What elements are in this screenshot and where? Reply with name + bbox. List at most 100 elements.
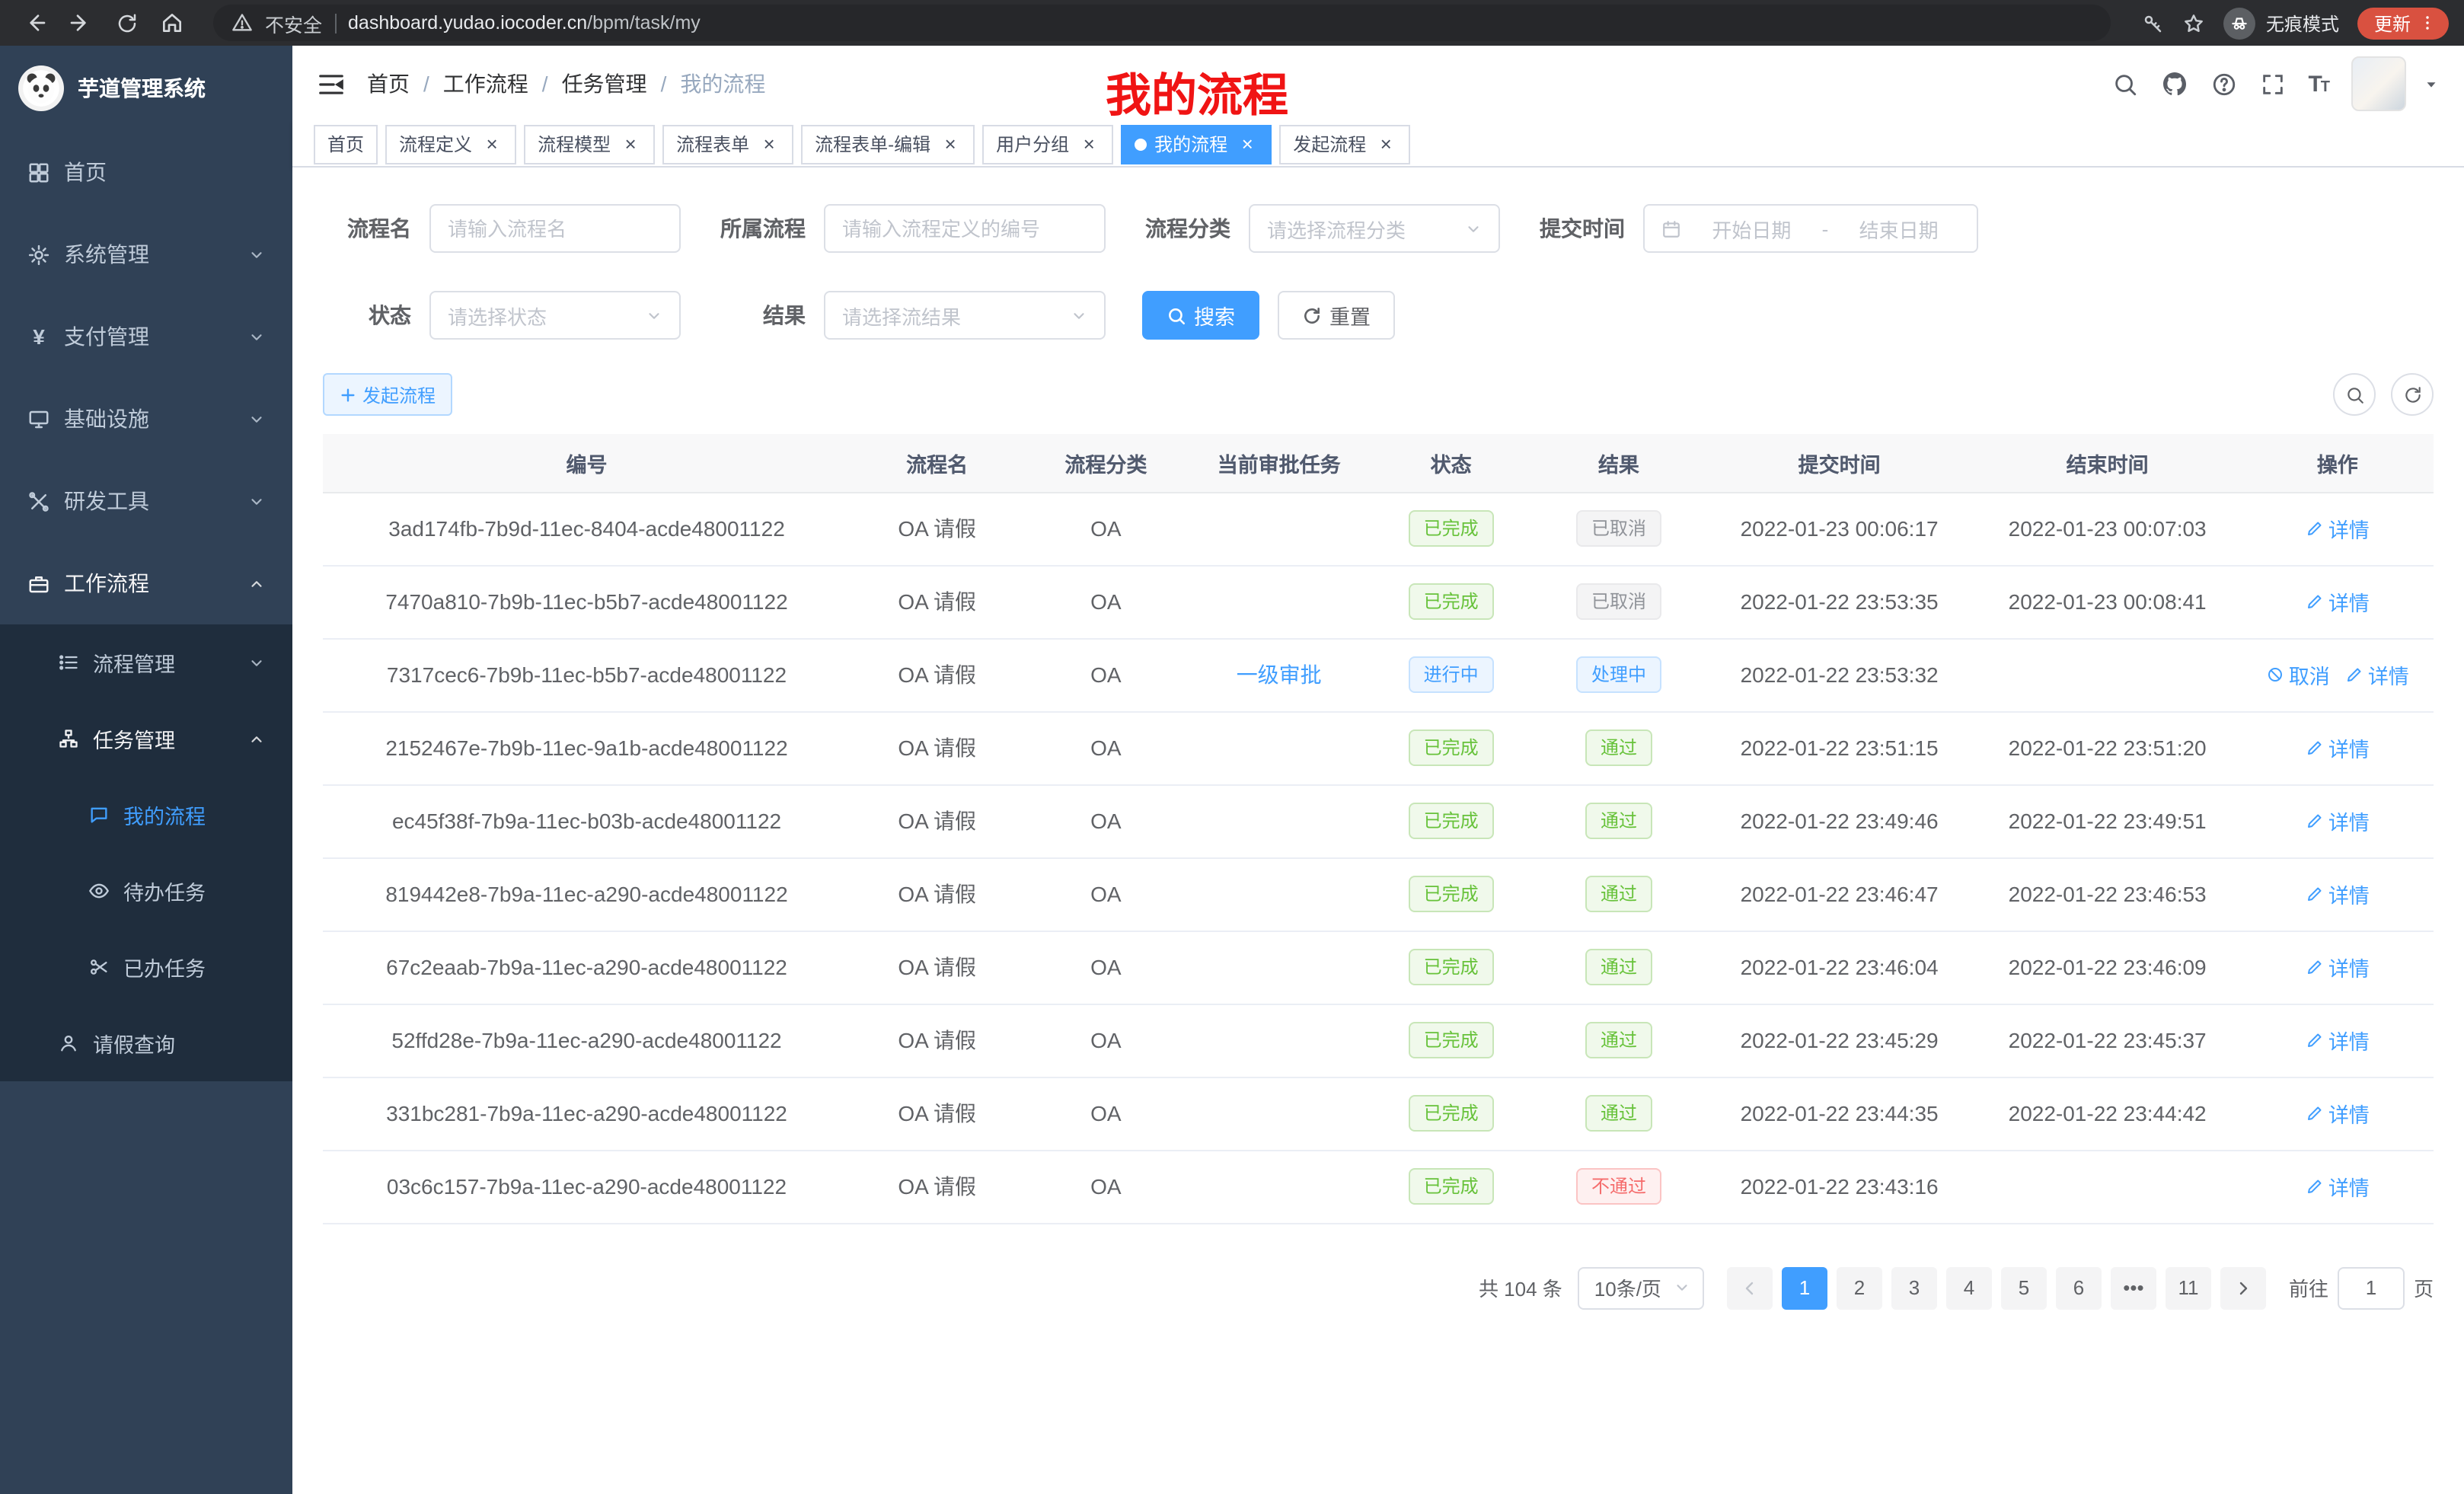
page-number-button[interactable]: 3 (1891, 1266, 1937, 1309)
fullscreen-icon[interactable] (2259, 71, 2285, 97)
detail-link[interactable]: 详情 (2306, 879, 2370, 909)
breadcrumb-item-task-management[interactable]: 任务管理 (562, 69, 647, 99)
github-icon[interactable] (2160, 70, 2188, 97)
tab-item[interactable]: 用户分组× (982, 124, 1113, 164)
sidebar-item-dev-tools[interactable]: 研发工具 (0, 460, 292, 542)
page-number-button[interactable]: 11 (2166, 1266, 2211, 1309)
tab-close-icon[interactable]: × (620, 133, 641, 155)
search-icon[interactable] (2111, 71, 2137, 97)
sidebar-item-payment[interactable]: ¥ 支付管理 (0, 295, 292, 378)
page-ellipsis[interactable]: ••• (2111, 1266, 2156, 1309)
browser-reload-button[interactable] (107, 3, 146, 43)
tab-close-icon[interactable]: × (1078, 133, 1100, 155)
create-process-button[interactable]: 发起流程 (323, 373, 452, 416)
toggle-search-button[interactable] (2333, 373, 2376, 416)
process-name-label: 流程名 (323, 213, 429, 244)
page-number-button[interactable]: 4 (1946, 1266, 1992, 1309)
sidebar-item-task-management[interactable]: 任务管理 (0, 701, 292, 777)
next-page-button[interactable] (2220, 1266, 2266, 1309)
sidebar-item-my-process[interactable]: 我的流程 (0, 777, 292, 853)
detail-link[interactable]: 详情 (2306, 1098, 2370, 1128)
breadcrumb-item-home[interactable]: 首页 (367, 69, 410, 99)
sidebar-item-infrastructure[interactable]: 基础设施 (0, 378, 292, 460)
current-task-link[interactable]: 一级审批 (1237, 659, 1322, 690)
tab-item[interactable]: 首页 (314, 124, 378, 164)
tab-close-icon[interactable]: × (1375, 133, 1396, 155)
sidebar-fold-icon[interactable] (317, 69, 346, 98)
url-text: dashboard.yudao.iocoder.cn/bpm/task/my (348, 12, 701, 34)
category-select[interactable]: 请选择流程分类 (1249, 204, 1500, 253)
cell-result: 处理中 (1532, 638, 1705, 711)
detail-link[interactable]: 详情 (2306, 586, 2370, 617)
tab-close-icon[interactable]: × (758, 133, 780, 155)
goto-page-input[interactable] (2338, 1266, 2405, 1309)
browser-update-button[interactable]: 更新 (2357, 7, 2449, 39)
browser-menu-kebab-icon[interactable] (2418, 14, 2437, 32)
tab-close-icon[interactable]: × (1237, 133, 1258, 155)
result-select[interactable]: 请选择流结果 (824, 291, 1106, 340)
table-row: 7470a810-7b9b-11ec-b5b7-acde48001122OA 请… (323, 565, 2434, 638)
page-number-button[interactable]: 2 (1837, 1266, 1882, 1309)
page-number-button[interactable]: 5 (2001, 1266, 2047, 1309)
tab-close-icon[interactable]: × (940, 133, 961, 155)
prev-page-button[interactable] (1727, 1266, 1773, 1309)
sidebar-item-done-tasks[interactable]: 已办任务 (0, 929, 292, 1005)
page-size-select[interactable]: 10条/页 (1578, 1266, 1704, 1309)
browser-home-button[interactable] (152, 3, 192, 43)
goto-suffix: 页 (2414, 1273, 2434, 1302)
cell-status: 已完成 (1370, 565, 1532, 638)
topbar-actions: TT (2111, 56, 2440, 111)
detail-link[interactable]: 详情 (2306, 733, 2370, 763)
status-select[interactable]: 请选择状态 (429, 291, 681, 340)
detail-link[interactable]: 详情 (2306, 1025, 2370, 1055)
incognito-badge: 无痕模式 (2223, 7, 2339, 39)
app-logo[interactable]: 芋道管理系统 (0, 46, 292, 131)
cancel-process-link[interactable]: 取消 (2266, 659, 2330, 690)
result-tag: 通过 (1585, 949, 1652, 985)
chevron-down-icon[interactable] (2423, 75, 2440, 92)
cell-end-time: 2022-01-23 00:07:03 (1974, 492, 2242, 565)
detail-link[interactable]: 详情 (2306, 952, 2370, 982)
status-tag: 已完成 (1409, 1095, 1494, 1132)
detail-link[interactable]: 详情 (2306, 1171, 2370, 1202)
refresh-table-button[interactable] (2391, 373, 2434, 416)
detail-link[interactable]: 详情 (2306, 806, 2370, 836)
browser-back-button[interactable] (15, 3, 55, 43)
tab-item[interactable]: 流程定义× (385, 124, 516, 164)
sidebar-menu: 首页 系统管理 ¥ 支付管理 基础设施 (0, 131, 292, 1081)
tab-item[interactable]: 我的流程× (1121, 124, 1272, 164)
sidebar-item-home[interactable]: 首页 (0, 131, 292, 213)
plus-icon (340, 386, 356, 403)
sidebar-item-leave-query[interactable]: 请假查询 (0, 1005, 292, 1081)
process-name-input[interactable] (429, 204, 681, 253)
tab-item[interactable]: 流程表单-编辑× (801, 124, 975, 164)
key-icon[interactable] (2141, 11, 2164, 34)
tab-item[interactable]: 流程表单× (662, 124, 793, 164)
bookmark-star-icon[interactable] (2182, 11, 2205, 34)
address-bar[interactable]: 不安全 dashboard.yudao.iocoder.cn/bpm/task/… (213, 5, 2111, 41)
detail-link[interactable]: 详情 (2345, 659, 2409, 690)
parent-process-input[interactable] (824, 204, 1106, 253)
browser-forward-button[interactable] (61, 3, 101, 43)
page-number-button[interactable]: 1 (1782, 1266, 1827, 1309)
tab-close-icon[interactable]: × (481, 133, 503, 155)
submit-time-range-picker[interactable]: 开始日期 - 结束日期 (1643, 204, 1978, 253)
reset-button[interactable]: 重置 (1278, 291, 1395, 340)
sidebar-item-workflow[interactable]: 工作流程 (0, 542, 292, 624)
avatar[interactable] (2351, 56, 2406, 111)
tab-item[interactable]: 流程模型× (524, 124, 655, 164)
font-size-icon[interactable]: TT (2308, 71, 2328, 97)
detail-link[interactable]: 详情 (2306, 513, 2370, 544)
result-tag: 通过 (1585, 803, 1652, 839)
sidebar-item-process-management[interactable]: 流程管理 (0, 624, 292, 701)
status-tag: 已完成 (1409, 876, 1494, 912)
cell-actions: 详情 (2242, 1150, 2434, 1223)
sidebar-item-todo-tasks[interactable]: 待办任务 (0, 853, 292, 929)
sidebar-item-system[interactable]: 系统管理 (0, 213, 292, 295)
help-icon[interactable] (2210, 71, 2236, 97)
page-number-button[interactable]: 6 (2056, 1266, 2102, 1309)
cell-status: 已完成 (1370, 1077, 1532, 1150)
search-button[interactable]: 搜索 (1142, 291, 1259, 340)
breadcrumb-item-workflow[interactable]: 工作流程 (443, 69, 528, 99)
tab-item[interactable]: 发起流程× (1279, 124, 1410, 164)
